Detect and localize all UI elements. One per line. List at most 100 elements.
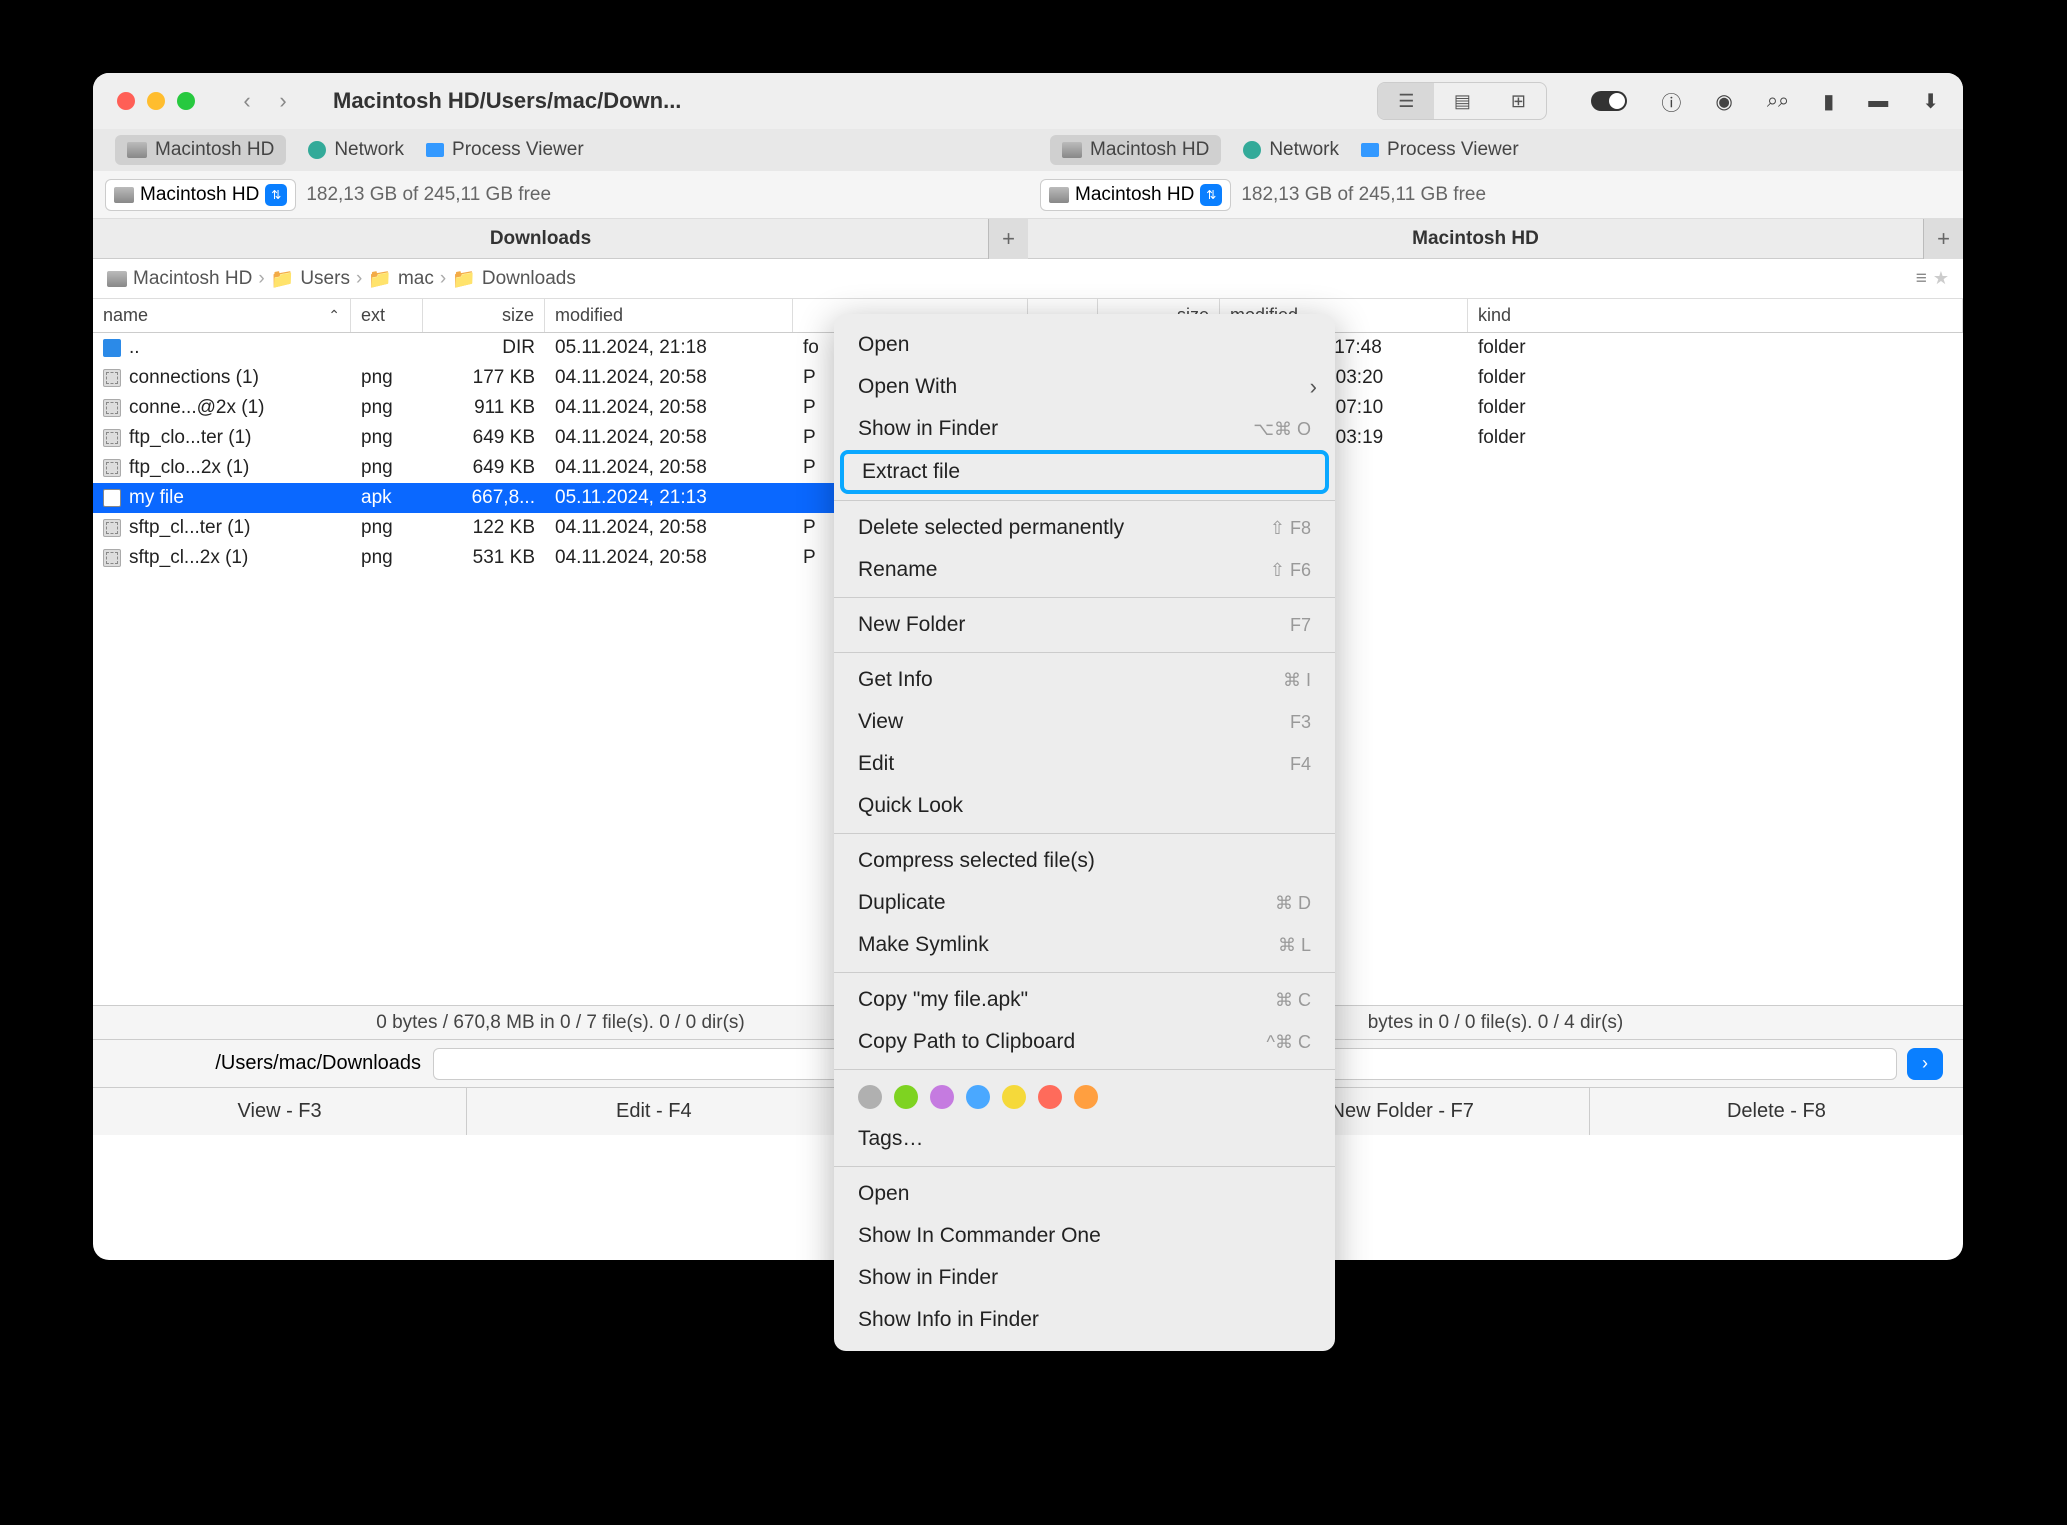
drive-selector-right[interactable]: Macintosh HD⇅ bbox=[1040, 179, 1231, 211]
file-size: DIR bbox=[423, 337, 545, 359]
file-modified: 05.11.2024, 21:13 bbox=[545, 487, 793, 509]
file-name: connections (1) bbox=[129, 367, 259, 389]
file-ext: png bbox=[351, 397, 423, 419]
monitor-icon bbox=[1361, 143, 1379, 157]
img-icon bbox=[103, 549, 121, 567]
file-ext: png bbox=[351, 367, 423, 389]
col-kind-r[interactable]: kind bbox=[1468, 299, 1963, 332]
menu-new-folder[interactable]: New FolderF7 bbox=[834, 604, 1335, 646]
archive-icon[interactable]: ▮ bbox=[1823, 89, 1834, 114]
crumb[interactable]: Downloads bbox=[482, 268, 576, 290]
drive-selector-row: Macintosh HD⇅ 182,13 GB of 245,11 GB fre… bbox=[93, 171, 1963, 219]
view-button[interactable]: View - F3 bbox=[93, 1088, 467, 1135]
tab-macintosh-hd-right[interactable]: Macintosh HD bbox=[1050, 135, 1221, 165]
col-name[interactable]: name⌃ bbox=[93, 299, 351, 332]
add-tab-left[interactable]: + bbox=[988, 219, 1028, 259]
menu-separator bbox=[834, 1166, 1335, 1167]
drive-icon bbox=[1049, 187, 1069, 203]
menu-extract-file[interactable]: Extract file bbox=[840, 450, 1329, 494]
toggle-switch[interactable] bbox=[1591, 91, 1627, 111]
tab-network-right[interactable]: Network bbox=[1243, 139, 1339, 161]
folder-tab-left[interactable]: Downloads bbox=[93, 228, 988, 250]
zoom-window-button[interactable] bbox=[177, 92, 195, 110]
file-name: ftp_clo...ter (1) bbox=[129, 427, 252, 449]
menu-quick-look[interactable]: Quick Look bbox=[834, 785, 1335, 827]
monitor-icon[interactable]: ▬ bbox=[1868, 90, 1888, 113]
drive-selector-left[interactable]: Macintosh HD⇅ bbox=[105, 179, 296, 211]
menu-view[interactable]: ViewF3 bbox=[834, 701, 1335, 743]
menu-edit[interactable]: EditF4 bbox=[834, 743, 1335, 785]
menu-open-2[interactable]: Open bbox=[834, 1173, 1335, 1215]
binoculars-icon[interactable]: ⌕⌕ bbox=[1767, 90, 1789, 113]
traffic-lights bbox=[117, 92, 195, 110]
star-icon[interactable]: ★ bbox=[1933, 268, 1949, 290]
menu-copy-file[interactable]: Copy "my file.apk"⌘ C bbox=[834, 979, 1335, 1021]
file-ext: png bbox=[351, 427, 423, 449]
location-tabs-row: Macintosh HD Network Process Viewer Maci… bbox=[93, 129, 1963, 171]
menu-rename[interactable]: Rename⇧ F6 bbox=[834, 549, 1335, 591]
menu-get-info[interactable]: Get Info⌘ I bbox=[834, 659, 1335, 701]
file-kind: folder bbox=[1468, 367, 1963, 389]
tag-colors bbox=[834, 1076, 1335, 1118]
menu-show-info-finder[interactable]: Show Info in Finder bbox=[834, 1299, 1335, 1341]
file-size: 667,8... bbox=[423, 487, 545, 509]
tab-macintosh-hd-left[interactable]: Macintosh HD bbox=[115, 135, 286, 165]
col-size[interactable]: size bbox=[423, 299, 545, 332]
menu-tags[interactable]: Tags… bbox=[834, 1118, 1335, 1160]
list-view-button[interactable]: ☰ bbox=[1378, 83, 1434, 119]
toolbar-icons: ⓘ ◉ ⌕⌕ ▮ ▬ ⬇ bbox=[1591, 87, 1939, 116]
file-name: ftp_clo...2x (1) bbox=[129, 457, 249, 479]
crumb[interactable]: mac bbox=[398, 268, 434, 290]
tab-network-left[interactable]: Network bbox=[308, 139, 404, 161]
grid-view-button[interactable]: ⊞ bbox=[1490, 83, 1546, 119]
file-ext: apk bbox=[351, 487, 423, 509]
tag-color-dot[interactable] bbox=[966, 1085, 990, 1109]
menu-open-with[interactable]: Open With bbox=[834, 366, 1335, 408]
globe-icon bbox=[1243, 141, 1261, 159]
menu-duplicate[interactable]: Duplicate⌘ D bbox=[834, 882, 1335, 924]
tab-process-viewer-right[interactable]: Process Viewer bbox=[1361, 139, 1519, 161]
img-icon bbox=[103, 429, 121, 447]
tag-color-dot[interactable] bbox=[1002, 1085, 1026, 1109]
tag-color-dot[interactable] bbox=[930, 1085, 954, 1109]
download-icon[interactable]: ⬇ bbox=[1922, 89, 1939, 114]
tag-color-dot[interactable] bbox=[1074, 1085, 1098, 1109]
tag-color-dot[interactable] bbox=[858, 1085, 882, 1109]
menu-compress[interactable]: Compress selected file(s) bbox=[834, 840, 1335, 882]
menu-show-commander[interactable]: Show In Commander One bbox=[834, 1215, 1335, 1257]
folder-icon: 📁 bbox=[271, 267, 295, 291]
drive-icon bbox=[127, 142, 147, 158]
drive-icon bbox=[1062, 142, 1082, 158]
folder-tab-right[interactable]: Macintosh HD bbox=[1028, 228, 1923, 250]
crumb[interactable]: Users bbox=[300, 268, 350, 290]
menu-copy-path[interactable]: Copy Path to Clipboard^⌘ C bbox=[834, 1021, 1335, 1063]
back-button[interactable]: ‹ bbox=[233, 87, 261, 115]
menu-separator bbox=[834, 597, 1335, 598]
menu-delete-permanently[interactable]: Delete selected permanently⇧ F8 bbox=[834, 507, 1335, 549]
crumb[interactable]: Macintosh HD bbox=[133, 268, 252, 290]
minimize-window-button[interactable] bbox=[147, 92, 165, 110]
column-view-button[interactable]: ▤ bbox=[1434, 83, 1490, 119]
col-modified[interactable]: modified bbox=[545, 299, 793, 332]
tag-color-dot[interactable] bbox=[1038, 1085, 1062, 1109]
go-button[interactable]: › bbox=[1907, 1048, 1943, 1080]
menu-open[interactable]: Open bbox=[834, 324, 1335, 366]
tag-color-dot[interactable] bbox=[894, 1085, 918, 1109]
menu-separator bbox=[834, 652, 1335, 653]
menu-make-symlink[interactable]: Make Symlink⌘ L bbox=[834, 924, 1335, 966]
col-ext[interactable]: ext bbox=[351, 299, 423, 332]
eye-icon[interactable]: ◉ bbox=[1715, 89, 1732, 114]
edit-button[interactable]: Edit - F4 bbox=[467, 1088, 841, 1135]
menu-show-finder-2[interactable]: Show in Finder bbox=[834, 1257, 1335, 1299]
menu-show-in-finder[interactable]: Show in Finder⌥⌘ O bbox=[834, 408, 1335, 450]
img-icon bbox=[103, 459, 121, 477]
tab-process-viewer-left[interactable]: Process Viewer bbox=[426, 139, 584, 161]
close-window-button[interactable] bbox=[117, 92, 135, 110]
add-tab-right[interactable]: + bbox=[1923, 219, 1963, 259]
file-size: 649 KB bbox=[423, 457, 545, 479]
list-icon[interactable]: ≡ bbox=[1916, 268, 1927, 290]
info-icon[interactable]: ⓘ bbox=[1661, 87, 1681, 116]
delete-button[interactable]: Delete - F8 bbox=[1590, 1088, 1963, 1135]
forward-button[interactable]: › bbox=[269, 87, 297, 115]
file-name: my file bbox=[129, 487, 184, 509]
